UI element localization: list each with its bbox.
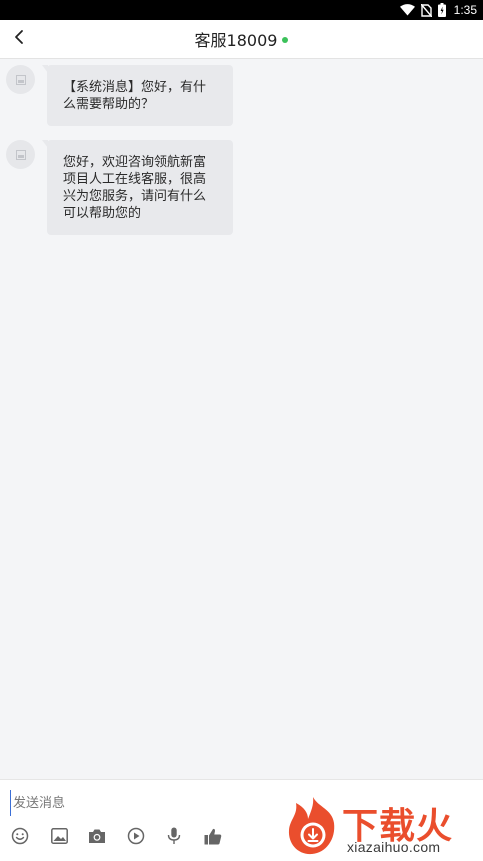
no-sim-icon — [420, 3, 432, 17]
page-title: 客服18009 — [194, 31, 278, 50]
message-input[interactable] — [10, 790, 283, 816]
back-button[interactable] — [4, 24, 34, 54]
status-bar: 1:35 — [0, 0, 483, 20]
message-bubble[interactable]: 【系统消息】您好，有什 么需要帮助的？ — [42, 65, 233, 126]
emoji-icon — [11, 827, 29, 849]
message-item: 您好，欢迎咨询领航新富 项目人工在线客服，很高 兴为您服务，请问有什么 可以帮助… — [6, 140, 233, 235]
image-icon — [50, 828, 68, 848]
wifi-icon — [399, 4, 415, 16]
watermark-domain: xiazaihuo.com — [347, 839, 441, 855]
online-status-dot — [282, 36, 289, 43]
watermark-logo: 下载火 xiazaihuo.com — [284, 793, 480, 858]
voice-button[interactable] — [162, 826, 186, 850]
emoji-button[interactable] — [8, 826, 32, 850]
image-placeholder-icon — [15, 145, 26, 164]
image-placeholder-icon — [15, 70, 26, 89]
avatar[interactable] — [6, 65, 35, 94]
chevron-left-icon — [13, 29, 25, 49]
video-button[interactable] — [124, 826, 148, 850]
battery-icon — [437, 3, 446, 17]
chat-message-list[interactable]: 【系统消息】您好，有什 么需要帮助的？ 您好，欢迎咨询领航新富 项目人工在线客服… — [0, 59, 483, 779]
video-icon — [127, 827, 145, 849]
flame-logo-icon — [288, 797, 335, 855]
message-item: 【系统消息】您好，有什 么需要帮助的？ — [6, 65, 233, 126]
thumbs-up-icon — [204, 828, 222, 849]
camera-button[interactable] — [85, 826, 109, 850]
camera-icon — [88, 828, 106, 848]
avatar[interactable] — [6, 140, 35, 169]
microphone-icon — [167, 827, 181, 849]
chat-header: 客服18009 — [0, 20, 483, 59]
message-bubble[interactable]: 您好，欢迎咨询领航新富 项目人工在线客服，很高 兴为您服务，请问有什么 可以帮助… — [42, 140, 233, 235]
image-button[interactable] — [47, 826, 71, 850]
status-icons: 1:35 — [399, 0, 477, 20]
status-time: 1:35 — [453, 3, 477, 17]
like-button[interactable] — [201, 826, 225, 850]
title-group: 客服18009 — [0, 20, 483, 58]
